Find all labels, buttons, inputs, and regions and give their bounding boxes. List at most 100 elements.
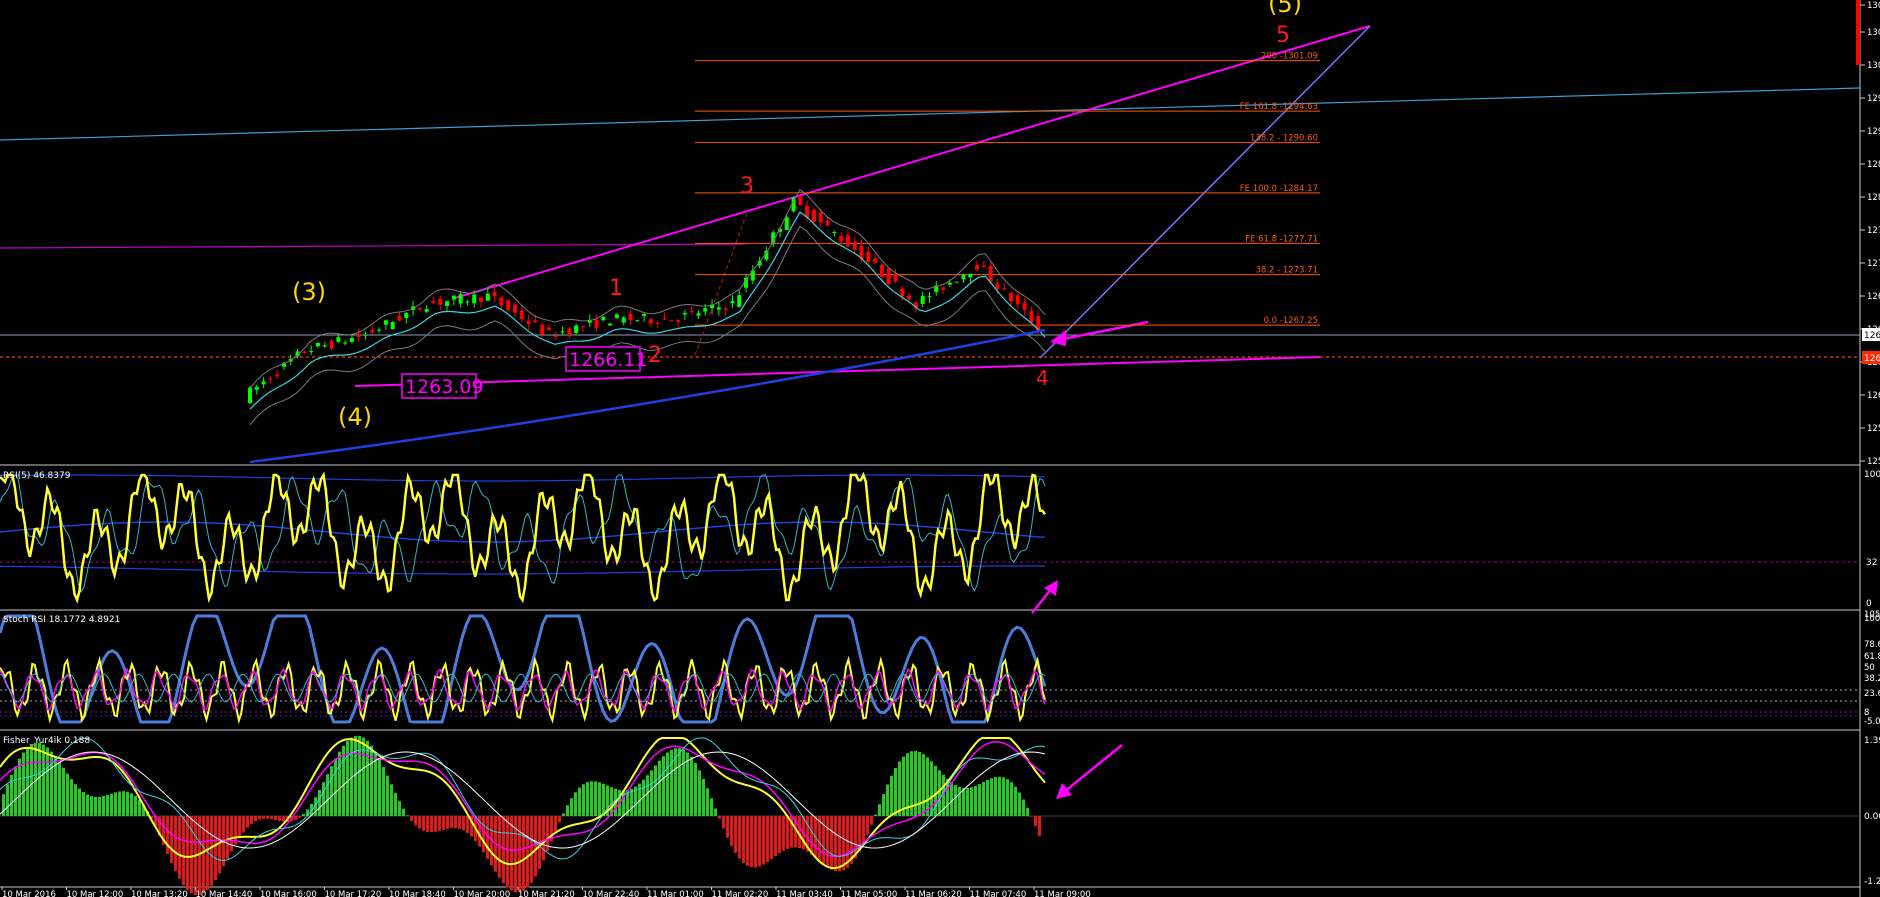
fisher-bar [402,808,405,816]
fisher-bar [1034,816,1037,827]
fisher-bar [26,747,29,816]
fisher-bar [918,751,921,816]
time-tick-3: 10 Mar 14:40 [196,890,253,897]
candle-body [1015,295,1020,305]
fisher-bar [598,782,601,816]
fisher-bar [994,777,997,816]
fisher-bar [582,784,585,816]
fib-label-2: 138.2 - 1290.60 [1250,134,1318,144]
fisher-bar [670,749,673,816]
fisher-bar [106,794,109,816]
fib-label-4: FE 61.8 -1277.71 [1245,234,1318,244]
fisher-bar [458,816,461,829]
fisher-bar [534,816,537,877]
fisher-bar [274,816,277,821]
fisher-bar [126,791,129,816]
price-tick-1: 130 [1867,28,1880,38]
candle-body [655,322,660,324]
fisher-bar [970,787,973,816]
wave-label-3-big: (3) [292,278,326,306]
fisher-bar [386,775,389,816]
price-tick-6: 128 [1867,193,1880,203]
fisher-bar [530,816,533,883]
fisher-bar [166,816,169,855]
fisher-bar [722,816,725,829]
fisher-bar [526,816,529,888]
fisher-bar [1014,786,1017,816]
fisher-bar [810,816,813,855]
candle-body [703,308,708,312]
candle-body [716,307,721,310]
fisher-bar [786,816,789,849]
fisher-bar [186,816,189,890]
fisher-bar [6,784,9,816]
fisher-bar [898,761,901,816]
time-tick-11: 11 Mar 02:20 [712,890,769,897]
candle-body [648,319,653,324]
fisher-bar [170,816,173,863]
candle-body [546,327,551,331]
candle-body [818,212,823,223]
candle-body [513,304,517,313]
wave-label-5: 5 [1276,23,1290,48]
fisher-bar [102,796,105,816]
fisher-bar [890,775,893,816]
candle-body [519,310,524,320]
fisher-bar [774,816,777,857]
fisher-bar [954,785,957,816]
candle-body [336,337,341,342]
fisher-bar [866,816,869,835]
fisher-bar [706,788,709,816]
candle-body [248,387,252,403]
fisher-bar [998,776,1001,816]
candle-body [968,273,973,278]
time-tick-7: 10 Mar 20:00 [454,890,511,897]
price-tick-14: 125 [1867,457,1880,467]
trading-chart[interactable]: 200 -1301.09 FE 161.8 -1294.63 138.2 - 129… [0,0,1880,897]
price-tick-4: 129 [1867,127,1880,137]
fisher-bar [2,794,5,816]
fib-label-6: 0.0 -1267.25 [1264,316,1318,326]
fisher-bar [986,779,989,816]
fisher-bar [66,773,69,816]
fisher-bar [650,770,653,816]
fisher-bar [114,792,117,816]
fisher-bar [354,735,357,816]
price-tick-12: 126 [1867,391,1880,401]
fisher-bar [726,816,729,838]
fisher-bar [358,735,361,816]
fisher-bar [646,775,649,816]
fib-label-1: FE 161.8 -1294.63 [1240,102,1318,112]
fisher-bar [1022,799,1025,816]
fisher-bar [410,816,413,821]
fisher-bar [322,782,325,816]
fisher-bar [334,758,337,816]
fisher-bar [282,816,285,822]
fisher-tick-max: 1.39 [1864,736,1880,746]
fisher-bar [694,762,697,816]
fisher-bar [566,805,569,816]
fisher-bar [702,778,705,816]
fisher-bar [326,774,329,816]
candle-body [614,314,619,319]
fisher-bar [518,816,521,893]
fisher-bar [86,794,89,816]
time-tick-12: 11 Mar 03:40 [776,890,833,897]
candle-body [268,378,273,380]
time-tick-5: 10 Mar 17:20 [325,890,382,897]
fisher-bar [266,816,269,819]
fisher-bar [958,786,961,816]
candle-body [458,294,463,304]
time-tick-1: 10 Mar 12:00 [67,890,124,897]
fisher-bar [950,782,953,816]
time-tick-10: 11 Mar 01:00 [647,890,704,897]
candle-body [995,283,1000,289]
stoch-tick-5: 38.2 [1864,674,1880,684]
stoch-title: Stoch RSI 18.1772 4.8921 [3,615,120,625]
candle-body [506,300,511,310]
wave-label-3: 3 [740,174,754,199]
fisher-bar [346,740,349,816]
fisher-bar [750,816,753,868]
candle-body [315,342,320,347]
fisher-bar [922,754,925,816]
